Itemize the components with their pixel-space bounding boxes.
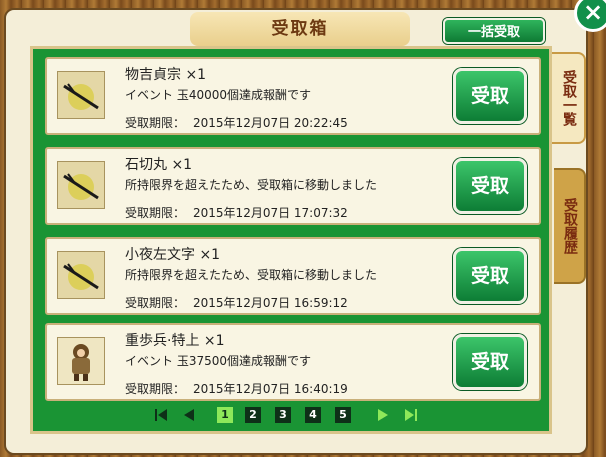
item-deadline: 受取期限： 2015年12月07日 16:40:19 — [125, 380, 348, 397]
dialog-title: 受取箱 — [271, 19, 329, 39]
page-3[interactable]: 3 — [275, 407, 291, 423]
last-page-icon[interactable] — [403, 407, 419, 423]
item-description: 所持限界を超えたため、受取箱に移動しました — [125, 178, 378, 192]
list-item: 石切丸 ×1 所持限界を超えたため、受取箱に移動しました 受取期限： 2015年1… — [45, 147, 541, 225]
list-item: 重歩兵·特上 ×1 イベント 玉37500個達成報酬です 受取期限： 2015年1… — [45, 323, 541, 401]
deadline-label: 受取期限： — [125, 296, 186, 310]
receive-button[interactable]: 受取 — [453, 334, 527, 390]
receive-button[interactable]: 受取 — [453, 68, 527, 124]
item-name: 重歩兵·特上 ×1 — [125, 333, 225, 349]
list-item: 小夜左文字 ×1 所持限界を超えたため、受取箱に移動しました 受取期限： 2015… — [45, 237, 541, 315]
collect-all-button[interactable]: 一括受取 — [443, 18, 545, 44]
item-description: 所持限界を超えたため、受取箱に移動しました — [125, 268, 378, 282]
item-name: 石切丸 ×1 — [125, 157, 193, 173]
sword-icon — [57, 161, 105, 209]
list-item: 物吉貞宗 ×1 イベント 玉40000個達成報酬です 受取期限： 2015年12月… — [45, 57, 541, 135]
deadline-value: 2015年12月07日 20:22:45 — [193, 116, 348, 130]
soldier-icon — [57, 337, 105, 385]
tab-received-history[interactable]: 受取履歴 — [554, 168, 586, 284]
item-list-panel: 物吉貞宗 ×1 イベント 玉40000個達成報酬です 受取期限： 2015年12月… — [30, 46, 552, 434]
deadline-label: 受取期限： — [125, 116, 186, 130]
close-icon: × — [582, 0, 604, 26]
page-4[interactable]: 4 — [305, 407, 321, 423]
page-2[interactable]: 2 — [245, 407, 261, 423]
item-description: イベント 玉40000個達成報酬です — [125, 88, 311, 102]
item-description: イベント 玉37500個達成報酬です — [125, 354, 311, 368]
sword-icon — [57, 251, 105, 299]
page-5[interactable]: 5 — [335, 407, 351, 423]
first-page-icon[interactable] — [153, 407, 169, 423]
sword-icon — [57, 71, 105, 119]
item-name: 小夜左文字 ×1 — [125, 247, 221, 263]
item-name: 物吉貞宗 ×1 — [125, 67, 207, 83]
deadline-value: 2015年12月07日 16:59:12 — [193, 296, 348, 310]
item-deadline: 受取期限： 2015年12月07日 16:59:12 — [125, 294, 348, 311]
deadline-label: 受取期限： — [125, 206, 186, 220]
item-deadline: 受取期限： 2015年12月07日 20:22:45 — [125, 114, 348, 131]
title-bar: 受取箱 — [190, 12, 410, 46]
receive-button[interactable]: 受取 — [453, 248, 527, 304]
page-1[interactable]: 1 — [217, 407, 233, 423]
previous-page-icon[interactable] — [181, 407, 197, 423]
receive-button[interactable]: 受取 — [453, 158, 527, 214]
deadline-value: 2015年12月07日 16:40:19 — [193, 382, 348, 396]
item-deadline: 受取期限： 2015年12月07日 17:07:32 — [125, 204, 348, 221]
deadline-value: 2015年12月07日 17:07:32 — [193, 206, 348, 220]
next-page-icon[interactable] — [375, 407, 391, 423]
deadline-label: 受取期限： — [125, 382, 186, 396]
tab-received-list[interactable]: 受取一覧 — [552, 52, 586, 144]
